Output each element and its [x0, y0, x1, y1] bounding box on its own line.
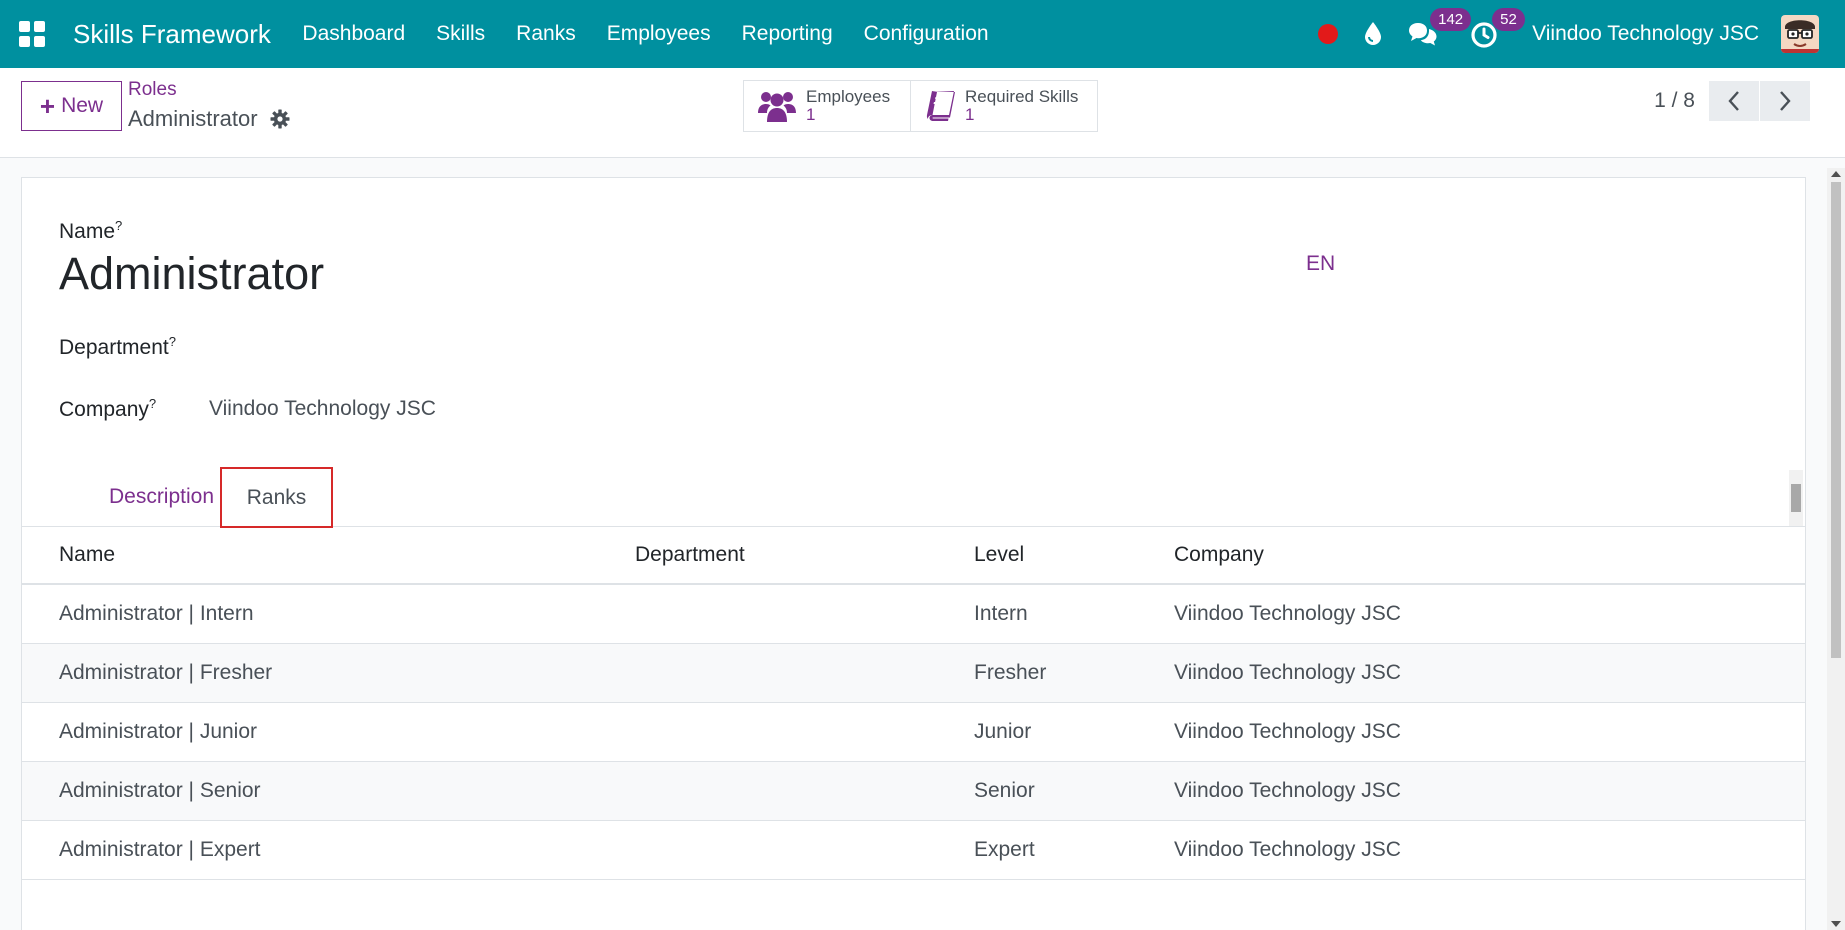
app-brand[interactable]: Skills Framework [73, 19, 271, 50]
table-row[interactable]: Administrator | Intern Intern Viindoo Te… [22, 585, 1805, 644]
breadcrumb-current-label: Administrator [128, 106, 258, 131]
activities-count-badge: 52 [1492, 8, 1525, 31]
plus-icon: + [39, 91, 56, 121]
new-button[interactable]: + New [21, 81, 122, 131]
scroll-up-arrow-icon[interactable] [1831, 171, 1841, 177]
column-header-department[interactable]: Department [635, 527, 745, 583]
cell-company: Viindoo Technology JSC [1174, 720, 1401, 743]
employees-smart-button[interactable]: Employees 1 [743, 80, 911, 132]
breadcrumb-roles[interactable]: Roles [128, 79, 177, 101]
department-field-label: Department? [59, 334, 176, 360]
cell-name: Administrator | Senior [59, 779, 261, 802]
tab-description[interactable]: Description [83, 467, 240, 527]
menu-item-configuration[interactable]: Configuration [848, 22, 1004, 46]
tab-ranks[interactable]: Ranks [220, 467, 333, 528]
table-row[interactable]: Administrator | Junior Junior Viindoo Te… [22, 703, 1805, 762]
required-skills-smart-text: Required Skills 1 [965, 88, 1078, 124]
name-field-label: Name? [59, 218, 122, 244]
scroll-down-arrow-icon[interactable] [1831, 921, 1841, 927]
department-label-text: Department [59, 336, 169, 359]
required-skills-smart-label: Required Skills [965, 87, 1079, 106]
messages-button[interactable]: 142 [1408, 8, 1472, 50]
record-icon[interactable] [1318, 24, 1339, 44]
pager-previous-button[interactable] [1709, 81, 1759, 121]
tabs-scrollbar[interactable] [1789, 470, 1803, 526]
column-header-level[interactable]: Level [974, 527, 1024, 583]
pager-value[interactable]: 1 / 8 [1654, 89, 1695, 113]
page-scrollbar-thumb[interactable] [1831, 182, 1841, 658]
cell-level: Junior [974, 720, 1032, 743]
table-row[interactable]: Administrator | Expert Expert Viindoo Te… [22, 821, 1805, 880]
notebook-tabs: Description Ranks [22, 467, 1805, 528]
menu-item-reporting[interactable]: Reporting [726, 22, 848, 46]
language-button[interactable]: EN [1306, 252, 1335, 276]
page-scrollbar[interactable] [1827, 168, 1845, 930]
table-row[interactable]: Administrator | Fresher Fresher Viindoo … [22, 644, 1805, 703]
water-drop-icon[interactable] [1362, 21, 1384, 47]
cell-level: Senior [974, 779, 1035, 802]
company-label-text: Company [59, 398, 149, 421]
new-button-label: New [61, 94, 104, 117]
name-input[interactable]: Administrator [59, 248, 324, 300]
cell-company: Viindoo Technology JSC [1174, 779, 1401, 802]
cell-name: Administrator | Fresher [59, 661, 273, 684]
chevron-left-icon [1728, 91, 1739, 111]
table-body: Administrator | Intern Intern Viindoo Te… [22, 585, 1805, 880]
table-header: Name Department Level Company [22, 527, 1805, 585]
gear-icon[interactable] [270, 109, 290, 129]
department-help-mark[interactable]: ? [169, 334, 176, 349]
pager-next-button[interactable] [1760, 81, 1810, 121]
tabs-scrollbar-thumb[interactable] [1791, 484, 1801, 512]
menu-item-dashboard[interactable]: Dashboard [287, 22, 421, 46]
employees-smart-value: 1 [806, 105, 816, 124]
cell-company: Viindoo Technology JSC [1174, 602, 1401, 625]
company-field[interactable]: Viindoo Technology JSC [209, 397, 436, 421]
book-icon [926, 91, 955, 121]
cell-level: Expert [974, 838, 1035, 861]
activities-button[interactable]: 52 [1470, 8, 1525, 50]
menu-item-ranks[interactable]: Ranks [501, 22, 592, 46]
form-sheet: Name? Administrator EN Department? Compa… [21, 177, 1806, 930]
name-label-text: Name [59, 220, 116, 243]
company-switcher[interactable]: Viindoo Technology JSC [1532, 22, 1759, 46]
menu-item-skills[interactable]: Skills [421, 22, 501, 46]
required-skills-smart-button[interactable]: Required Skills 1 [911, 80, 1098, 132]
column-header-name[interactable]: Name [59, 527, 115, 583]
cell-company: Viindoo Technology JSC [1174, 661, 1401, 684]
company-help-mark[interactable]: ? [149, 396, 156, 411]
main-menu: Dashboard Skills Ranks Employees Reporti… [287, 22, 1004, 46]
systray: 142 52 Viindoo Technology JSC [1318, 0, 1845, 68]
smart-buttons: Employees 1 Required Skills 1 [743, 80, 1098, 132]
menu-item-employees[interactable]: Employees [591, 22, 726, 46]
cell-name: Administrator | Junior [59, 720, 258, 743]
chevron-right-icon [1780, 91, 1791, 111]
ranks-table: Name Department Level Company Administra… [22, 527, 1805, 880]
column-header-company[interactable]: Company [1174, 527, 1264, 583]
company-field-label: Company? [59, 396, 156, 422]
breadcrumb-current: Administrator [128, 106, 290, 132]
employees-smart-label: Employees [806, 87, 891, 106]
apps-menu-icon[interactable] [19, 21, 45, 47]
employees-smart-text: Employees 1 [806, 88, 890, 124]
cell-name: Administrator | Intern [59, 602, 254, 625]
top-navbar: Skills Framework Dashboard Skills Ranks … [0, 0, 1845, 68]
cell-level: Intern [974, 602, 1028, 625]
required-skills-smart-value: 1 [965, 105, 975, 124]
name-help-mark[interactable]: ? [115, 218, 122, 233]
pager: 1 / 8 [1654, 81, 1810, 121]
cell-level: Fresher [974, 661, 1047, 684]
cell-name: Administrator | Expert [59, 838, 261, 861]
table-row[interactable]: Administrator | Senior Senior Viindoo Te… [22, 762, 1805, 821]
user-avatar[interactable] [1781, 15, 1819, 53]
control-panel: + New Roles Administrator Employees 1 Re… [0, 68, 1845, 158]
messages-count-badge: 142 [1430, 8, 1472, 31]
cell-company: Viindoo Technology JSC [1174, 838, 1401, 861]
users-icon [758, 92, 796, 122]
